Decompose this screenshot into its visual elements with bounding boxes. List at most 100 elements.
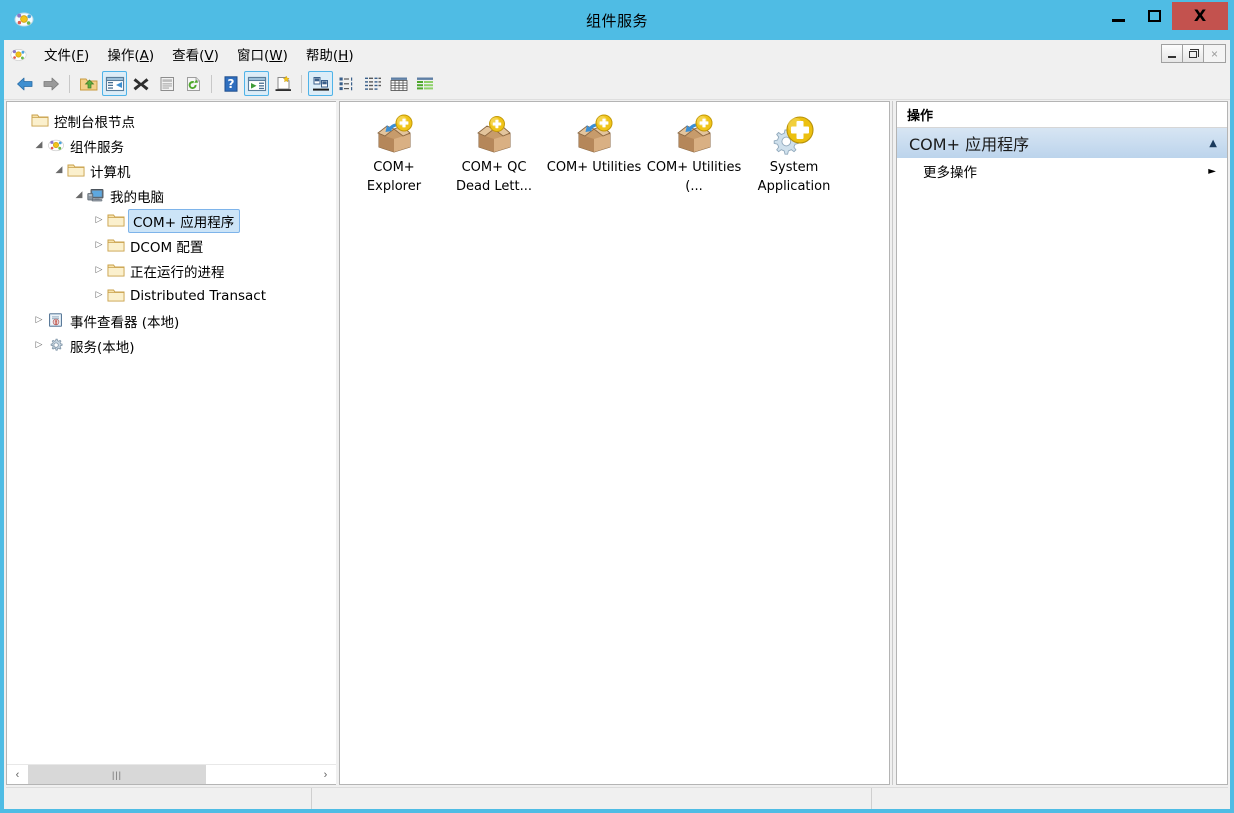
view-list-button[interactable] [360,71,385,96]
mdi-restore-icon [1189,49,1199,58]
console-tree[interactable]: 控制台根节点 ◢ 组件服务 ◢ 计算机 ◢ 我的电脑 ▷ COM+ 应用程序 ▷… [7,102,336,764]
twisty-collapsed-icon[interactable]: ▷ [91,266,107,275]
com-plus-application-icon [572,114,616,156]
scroll-left-button[interactable]: ‹ [7,765,28,784]
properties-button[interactable] [154,71,179,96]
scrollbar-track[interactable]: ||| [28,765,315,784]
view-details-button[interactable] [386,71,411,96]
list-item[interactable]: System Application [744,110,844,201]
forward-button[interactable] [38,71,63,96]
menu-action-accel: A [139,48,149,64]
menu-help[interactable]: 帮助(H) [297,41,363,67]
chevron-right-icon[interactable]: ► [1208,166,1216,177]
status-cell-2 [312,788,872,809]
scroll-right-button[interactable]: › [315,765,336,784]
tree-item-component-services[interactable]: ◢ 组件服务 [7,133,336,158]
menu-action[interactable]: 操作(A) [98,41,163,67]
menu-window[interactable]: 窗口(W) [228,41,297,67]
menu-view-accel: V [204,48,214,64]
view-tiles-button[interactable] [412,71,437,96]
console-tree-pane: 控制台根节点 ◢ 组件服务 ◢ 计算机 ◢ 我的电脑 ▷ COM+ 应用程序 ▷… [6,101,336,785]
mdi-restore-button[interactable] [1183,45,1204,62]
list-item[interactable]: COM+ Explorer [344,110,444,201]
up-one-level-icon [79,78,97,90]
twisty-expanded-icon[interactable]: ◢ [31,141,47,150]
twisty-expanded-icon[interactable]: ◢ [71,191,87,200]
com-plus-applications-list[interactable]: COM+ Explorer COM+ QC Dead Lett... COM+ … [340,102,889,784]
list-item[interactable]: COM+ Utilities [544,110,644,201]
menu-view[interactable]: 查看(V) [163,41,228,67]
folder-icon [31,112,49,129]
mdi-window-controls: × [1161,44,1226,63]
pane-splitter[interactable] [890,101,896,785]
tree-item-computers[interactable]: ◢ 计算机 [7,158,336,183]
view-small-icons-button[interactable] [334,71,359,96]
delete-icon [133,77,148,90]
show-hide-action-pane-button[interactable] [244,71,269,96]
delete-button[interactable] [128,71,153,96]
view-large-icons-button[interactable] [308,71,333,96]
com-plus-application-icon [672,114,716,156]
list-item-label: System Application [757,160,831,194]
view-small-icons-icon [339,77,352,90]
mmc-small-icon [10,46,27,63]
mdi-close-button[interactable]: × [1204,45,1225,62]
scrollbar-thumb[interactable]: ||| [28,765,206,784]
tree-horizontal-scrollbar[interactable]: ‹ ||| › [7,764,336,784]
menu-file[interactable]: 文件(F) [35,41,98,67]
twisty-collapsed-icon[interactable]: ▷ [91,291,107,300]
tree-item-label: 控制台根节点 [54,114,135,131]
tree-item-dcom-config[interactable]: ▷ DCOM 配置 [7,233,336,258]
chevron-up-icon[interactable]: ▲ [1209,138,1217,149]
help-button[interactable]: ? [218,71,243,96]
tree-item-label: COM+ 应用程序 [128,208,241,233]
help-icon: ? [224,75,237,92]
maximize-icon [1147,10,1161,22]
up-one-level-button[interactable] [76,71,101,96]
twisty-collapsed-icon[interactable]: ▷ [91,241,107,250]
status-bar [6,787,1228,809]
menu-window-accel: W [269,48,283,64]
back-icon [16,77,32,90]
com-plus-application-icon [472,114,516,156]
list-item[interactable]: COM+ Utilities (... [644,110,744,201]
twisty-collapsed-icon[interactable]: ▷ [31,316,47,325]
twisty-collapsed-icon[interactable]: ▷ [31,341,47,350]
tree-item-label: 计算机 [90,164,131,181]
component-services-icon [47,137,65,154]
tree-item-console-root[interactable]: 控制台根节点 [7,108,336,133]
maximize-button[interactable] [1136,2,1172,30]
actions-pane-header: 操作 [897,102,1227,128]
status-cell-3 [872,788,1228,809]
folder-icon [107,212,125,229]
action-item-more-actions[interactable]: 更多操作 ► [897,158,1227,184]
menu-window-label: 窗口 [236,48,264,64]
tree-item-my-computer[interactable]: ◢ 我的电脑 [7,183,336,208]
twisty-collapsed-icon[interactable]: ▷ [91,216,107,225]
menu-action-label: 操作 [107,48,135,64]
mdi-close-icon: × [1210,46,1218,61]
menu-bar: 文件(F) 操作(A) 查看(V) 窗口(W) 帮助(H) × [4,40,1230,68]
list-item[interactable]: COM+ QC Dead Lett... [444,110,544,201]
minimize-button[interactable] [1100,2,1136,30]
close-button[interactable]: X [1172,2,1228,30]
actions-pane: 操作 COM+ 应用程序 ▲ 更多操作 ► [896,101,1228,785]
action-group-com-plus-applications[interactable]: COM+ 应用程序 ▲ [897,128,1227,158]
new-window-button[interactable] [270,71,295,96]
show-hide-tree-button[interactable] [102,71,127,96]
tree-item-distributed-transaction-coordinator[interactable]: ▷ Distributed Transact [7,283,336,308]
tree-item-com-plus-applications[interactable]: ▷ COM+ 应用程序 [7,208,336,233]
twisty-expanded-icon[interactable]: ◢ [51,166,67,175]
folder-icon [107,287,125,304]
mdi-minimize-button[interactable] [1162,45,1183,62]
back-button[interactable] [12,71,37,96]
services-gear-icon [47,337,65,354]
properties-icon [160,76,174,91]
content-pane: COM+ Explorer COM+ QC Dead Lett... COM+ … [339,101,890,785]
window-body: 文件(F) 操作(A) 查看(V) 窗口(W) 帮助(H) × ? 控制台根节点… [4,40,1230,809]
tree-item-running-processes[interactable]: ▷ 正在运行的进程 [7,258,336,283]
tree-item-event-viewer[interactable]: ▷ 事件查看器 (本地) [7,308,336,333]
refresh-button[interactable] [180,71,205,96]
tree-item-services-local[interactable]: ▷ 服务(本地) [7,333,336,358]
list-item-label: COM+ Utilities [546,160,642,175]
